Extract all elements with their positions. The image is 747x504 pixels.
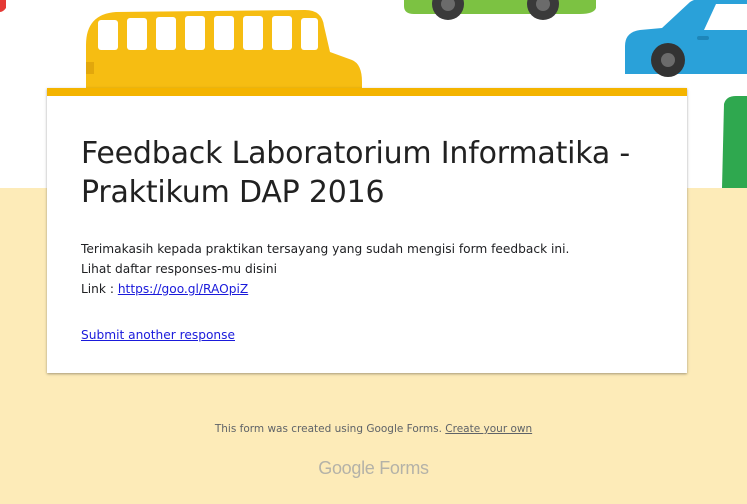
blue-car-illustration [625, 0, 747, 77]
google-logo-text: Google [318, 458, 375, 478]
responses-link-line: Link : https://goo.gl/RAOpiZ [81, 279, 671, 299]
green-block-illustration [722, 96, 747, 188]
green-car-illustration [404, 0, 596, 20]
link-prefix: Link : [81, 282, 118, 296]
submit-another-response-link[interactable]: Submit another response [81, 327, 235, 343]
yellow-bus-illustration [86, 10, 362, 96]
confirmation-card: Feedback Laboratorium Informatika - Prak… [47, 88, 687, 373]
responses-link[interactable]: https://goo.gl/RAOpiZ [118, 282, 248, 296]
footer-note-text: This form was created using Google Forms… [214, 423, 442, 435]
confirmation-message: Terimakasih kepada praktikan tersayang y… [81, 239, 671, 299]
red-vehicle-fragment [0, 0, 6, 12]
form-title: Feedback Laboratorium Informatika - Prak… [81, 136, 631, 210]
confirmation-line: Terimakasih kepada praktikan tersayang y… [81, 242, 570, 256]
confirmation-line: Lihat daftar responses-mu disini [81, 262, 277, 276]
footer-note: This form was created using Google Forms… [0, 421, 747, 437]
google-forms-logo[interactable]: Google Forms [0, 457, 747, 479]
forms-logo-text: Forms [379, 458, 429, 478]
create-your-own-link[interactable]: Create your own [445, 423, 532, 435]
